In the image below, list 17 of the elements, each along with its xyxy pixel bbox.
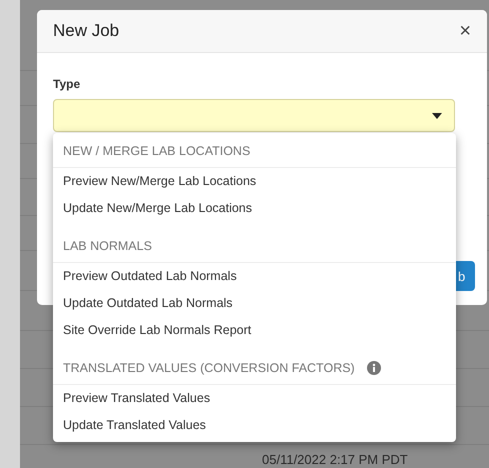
- timestamp: 05/11/2022 2:17 PM PDT: [262, 452, 408, 467]
- menu-item[interactable]: Preview Outdated Lab Normals: [53, 263, 456, 290]
- info-icon[interactable]: [366, 361, 381, 375]
- primary-button[interactable]: b: [455, 261, 475, 291]
- group-title: TRANSLATED VALUES (CONVERSION FACTORS): [63, 361, 355, 375]
- dialog-title: New Job: [53, 21, 120, 41]
- close-button[interactable]: ×: [457, 20, 473, 42]
- menu-item[interactable]: Preview New/Merge Lab Locations: [53, 168, 456, 195]
- menu-item[interactable]: Update Translated Values: [53, 412, 456, 439]
- field-label: Type: [53, 77, 80, 91]
- menu-item[interactable]: Update New/Merge Lab Locations: [53, 195, 456, 222]
- group-title: NEW / MERGE LAB LOCATIONS: [63, 144, 250, 158]
- group-title: LAB NORMALS: [63, 239, 152, 253]
- menu-item[interactable]: Update Outdated Lab Normals: [53, 290, 456, 317]
- menu-item[interactable]: Preview Translated Values: [53, 385, 456, 412]
- menu-item[interactable]: Site Override Lab Normals Report: [53, 317, 456, 344]
- caret-icon: [432, 112, 442, 118]
